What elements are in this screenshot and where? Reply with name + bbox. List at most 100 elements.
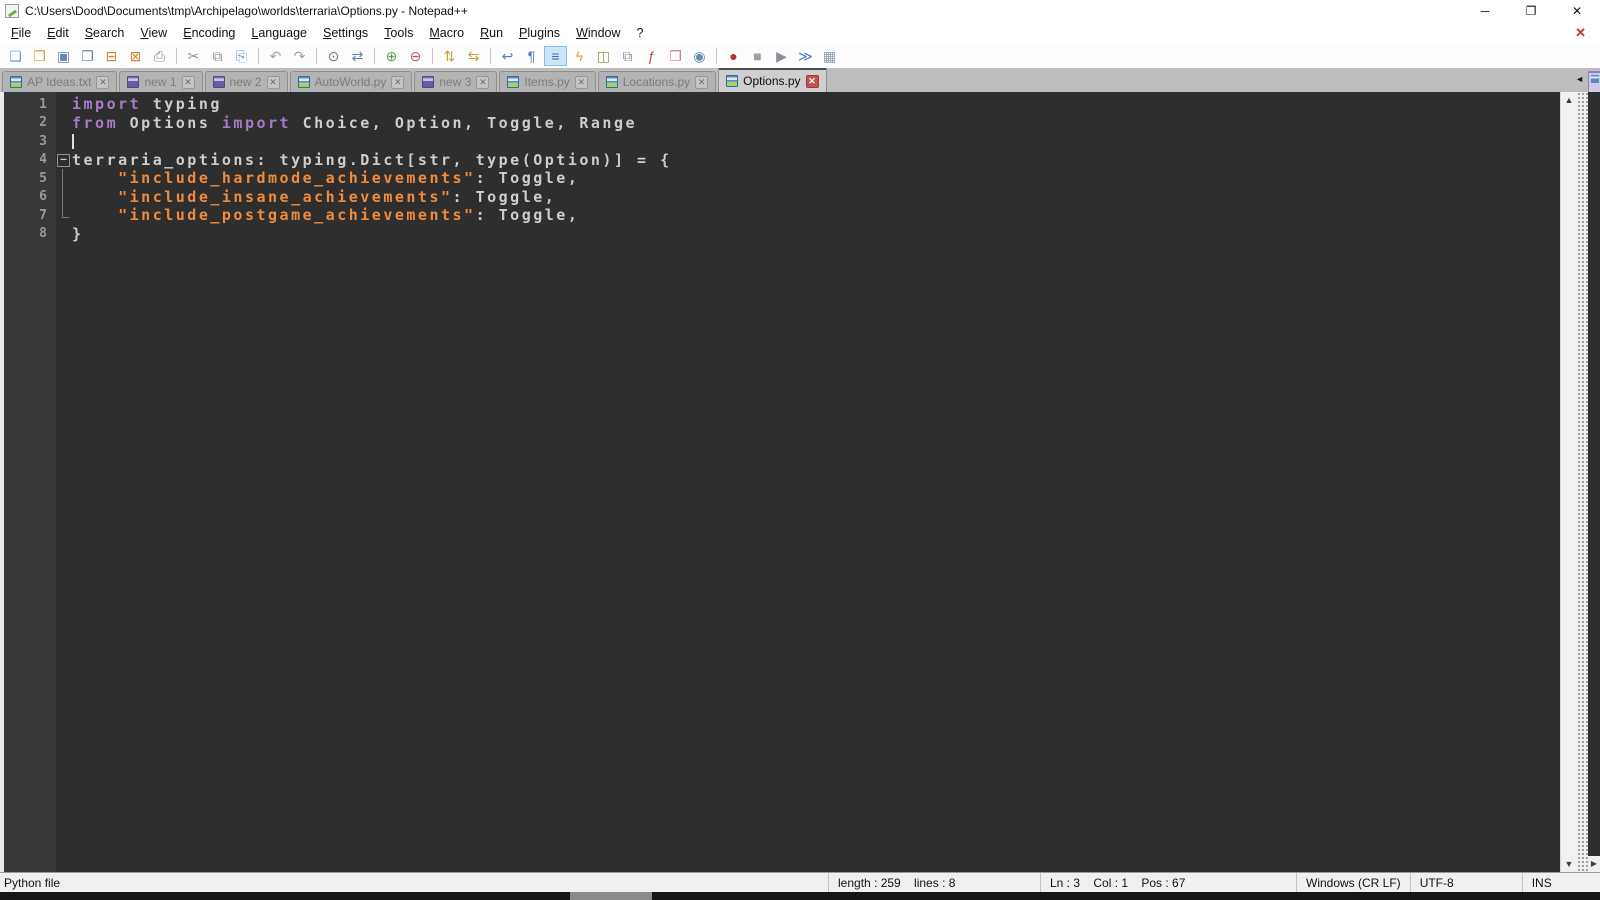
notepadpp-logo-icon bbox=[5, 4, 19, 18]
close-doc-icon[interactable]: ⊟ bbox=[100, 46, 123, 66]
editor-region: 1 import typing 2 from Options import Choic… bbox=[0, 92, 1600, 872]
macro-save-icon[interactable]: ▦ bbox=[818, 46, 841, 66]
tab-close-icon[interactable]: ✕ bbox=[805, 74, 819, 88]
redo-icon[interactable]: ↷ bbox=[288, 46, 311, 66]
tab-close-icon[interactable]: ✕ bbox=[476, 75, 490, 89]
menu-item-plugins[interactable]: Plugins bbox=[511, 26, 568, 40]
macro-play-icon[interactable]: ▶ bbox=[770, 46, 793, 66]
zoom-in-icon[interactable]: ⊕ bbox=[380, 46, 403, 66]
floppy-disk-icon bbox=[212, 76, 225, 88]
toolbar-separator bbox=[316, 48, 317, 64]
document-list-icon[interactable]: ⧉ bbox=[616, 46, 639, 66]
menu-item-window[interactable]: Window bbox=[568, 26, 628, 40]
macro-stop-icon[interactable]: ■ bbox=[746, 46, 769, 66]
close-document-icon[interactable]: ✕ bbox=[1575, 25, 1586, 41]
tab-autoworld-py[interactable]: AutoWorld.py ✕ bbox=[289, 71, 413, 92]
fold-margin bbox=[56, 114, 72, 133]
scroll-up-icon[interactable]: ▲ bbox=[1565, 92, 1574, 108]
word-wrap-icon[interactable]: ↩ bbox=[496, 46, 519, 66]
tab-close-icon[interactable]: ✕ bbox=[181, 75, 195, 89]
menu-item-macro[interactable]: Macro bbox=[421, 26, 472, 40]
toolbar-separator bbox=[716, 48, 717, 64]
sync-vertical-icon[interactable]: ⇅ bbox=[438, 46, 461, 66]
tab-ap-ideas-txt[interactable]: AP Ideas.txt ✕ bbox=[2, 71, 118, 92]
tab-close-icon[interactable]: ✕ bbox=[266, 75, 280, 89]
tab-close-icon[interactable]: ✕ bbox=[96, 75, 110, 89]
menu-item-encoding[interactable]: Encoding bbox=[175, 26, 243, 40]
text-caret bbox=[72, 134, 74, 149]
monitoring-icon[interactable]: ◉ bbox=[688, 46, 711, 66]
cut-icon[interactable]: ✂ bbox=[182, 46, 205, 66]
close-button[interactable]: ✕ bbox=[1554, 0, 1600, 22]
tab-label: Items.py bbox=[524, 75, 570, 89]
floppy-disk-icon bbox=[605, 76, 618, 88]
menu-item-[interactable]: ? bbox=[629, 26, 652, 40]
find-icon[interactable]: ⊙ bbox=[322, 46, 345, 66]
tab-locations-py[interactable]: Locations.py ✕ bbox=[597, 71, 717, 92]
code-segment-def: typing bbox=[141, 95, 222, 113]
window-controls: ─ ❐ ✕ bbox=[1462, 0, 1600, 22]
indent-guide-icon[interactable]: ≡ bbox=[544, 46, 567, 66]
close-all-icon[interactable]: ⊠ bbox=[124, 46, 147, 66]
undo-icon[interactable]: ↶ bbox=[264, 46, 287, 66]
function-list-icon[interactable]: ƒ bbox=[640, 46, 663, 66]
menu-item-language[interactable]: Language bbox=[243, 26, 315, 40]
menu-item-edit[interactable]: Edit bbox=[39, 26, 77, 40]
vertical-scrollbar[interactable]: ▲ ▼ bbox=[1560, 92, 1577, 872]
menu-item-settings[interactable]: Settings bbox=[315, 26, 376, 40]
macro-run-multiple-icon[interactable]: ≫ bbox=[794, 46, 817, 66]
tab-close-icon[interactable]: ✕ bbox=[695, 75, 709, 89]
line-number: 5 bbox=[39, 170, 47, 186]
paste-icon[interactable]: ⎘ bbox=[230, 46, 253, 66]
document-map-icon[interactable]: ◫ bbox=[592, 46, 615, 66]
code-line: 7 "include_postgame_achievements": Toggl… bbox=[4, 206, 1560, 225]
tab-close-icon[interactable]: ✕ bbox=[391, 75, 405, 89]
code-editor[interactable]: 1 import typing 2 from Options import Choic… bbox=[4, 92, 1560, 872]
tab-new-2[interactable]: new 2 ✕ bbox=[204, 71, 288, 92]
code-line: 8} bbox=[4, 225, 1560, 244]
zoom-out-icon[interactable]: ⊖ bbox=[404, 46, 427, 66]
code-line: 1 import typing bbox=[4, 95, 1560, 114]
tab-close-icon[interactable]: ✕ bbox=[574, 75, 588, 89]
menu-item-run[interactable]: Run bbox=[472, 26, 511, 40]
scroll-down-icon[interactable]: ▼ bbox=[1565, 856, 1574, 872]
menu-item-search[interactable]: Search bbox=[77, 26, 133, 40]
macro-record-icon[interactable]: ● bbox=[722, 46, 745, 66]
print-icon[interactable]: ⎙ bbox=[148, 46, 171, 66]
save-icon[interactable]: ▣ bbox=[52, 46, 75, 66]
fold-margin bbox=[56, 95, 72, 114]
fold-line-icon bbox=[56, 169, 72, 188]
tab-scroll-left-icon[interactable]: ◄ bbox=[1575, 74, 1588, 92]
save-all-icon[interactable]: ❒ bbox=[76, 46, 99, 66]
show-all-characters-icon[interactable]: ¶ bbox=[520, 46, 543, 66]
copy-icon[interactable]: ⧉ bbox=[206, 46, 229, 66]
view-splitter[interactable] bbox=[1577, 92, 1588, 872]
minimize-button[interactable]: ─ bbox=[1462, 0, 1508, 22]
folder-as-workspace-icon[interactable]: ❒ bbox=[664, 46, 687, 66]
tab-options-py[interactable]: Options.py ✕ bbox=[718, 68, 827, 92]
second-view-sliver: ▶ bbox=[1588, 92, 1600, 872]
tab-items-py[interactable]: Items.py ✕ bbox=[499, 71, 596, 92]
status-encoding: UTF-8 bbox=[1409, 873, 1522, 892]
tab-new-1[interactable]: new 1 ✕ bbox=[119, 71, 203, 92]
sync-horizontal-icon[interactable]: ⇆ bbox=[462, 46, 485, 66]
code-text: "include_postgame_achievements": Toggle, bbox=[72, 206, 579, 225]
code-segment-str: "include_postgame_achievements" bbox=[118, 206, 476, 224]
define-language-icon[interactable]: ϟ bbox=[568, 46, 591, 66]
tab-new-3[interactable]: new 3 ✕ bbox=[414, 71, 498, 92]
second-view-tab-sliver[interactable] bbox=[1588, 71, 1600, 92]
code-segment-kw: import bbox=[221, 113, 292, 132]
new-file-icon[interactable]: ❏ bbox=[4, 46, 27, 66]
fold-start-icon[interactable] bbox=[56, 151, 72, 170]
menu-item-file[interactable]: File bbox=[3, 26, 39, 40]
floppy-disk-icon bbox=[297, 76, 310, 88]
floppy-disk-icon bbox=[422, 76, 435, 88]
replace-icon[interactable]: ⇄ bbox=[346, 46, 369, 66]
menu-item-tools[interactable]: Tools bbox=[376, 26, 421, 40]
code-text: from Options import Choice, Option, Togg… bbox=[72, 114, 637, 133]
scroll-right-icon[interactable]: ▶ bbox=[1588, 856, 1600, 872]
toolbar-separator bbox=[490, 48, 491, 64]
restore-button[interactable]: ❐ bbox=[1508, 0, 1554, 22]
menu-item-view[interactable]: View bbox=[132, 26, 175, 40]
open-icon[interactable]: ❐ bbox=[28, 46, 51, 66]
